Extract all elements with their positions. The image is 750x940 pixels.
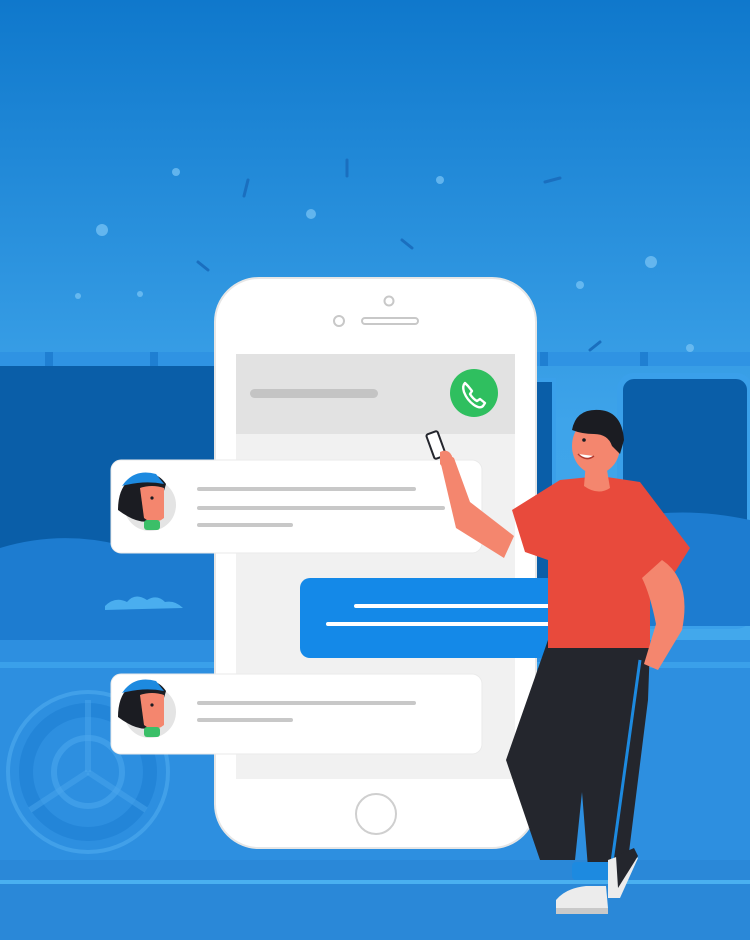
message-line (197, 718, 293, 722)
phone (214, 277, 537, 849)
sent-message (300, 578, 560, 658)
call-button[interactable] (450, 369, 498, 417)
chat-illustration (0, 0, 750, 940)
received-message-1 (110, 459, 483, 554)
chat-header-title (250, 389, 378, 398)
deck-floor-line (0, 880, 750, 884)
deck-floor (0, 860, 750, 940)
message-line (326, 622, 554, 626)
message-line (197, 506, 445, 510)
received-message-2 (110, 673, 483, 755)
message-line (354, 604, 554, 608)
message-line (197, 523, 293, 527)
message-line (197, 701, 416, 705)
message-line (197, 487, 416, 491)
